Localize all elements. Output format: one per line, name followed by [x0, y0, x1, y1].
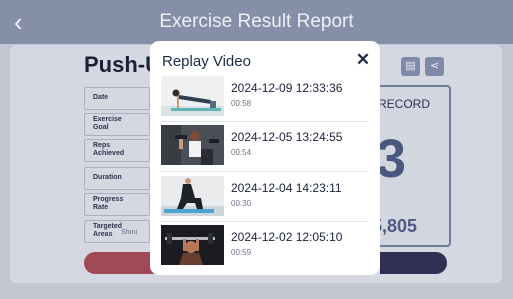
video-duration: 00:58 — [231, 99, 252, 108]
info-label: Targeted Areas — [93, 223, 123, 238]
info-label: Progress Rate — [93, 196, 124, 211]
video-list-item[interactable]: 2024-12-02 12:05:10 00:59 — [150, 223, 380, 271]
video-datetime: 2024-12-02 12:05:10 — [231, 230, 343, 244]
info-label: Reps Achieved — [93, 142, 125, 157]
info-label: Date — [93, 94, 109, 101]
video-list-item[interactable]: 2024-12-05 13:24:55 00:54 — [150, 123, 380, 171]
barbell-thumbnail — [161, 225, 224, 265]
document-icon[interactable]: ▤ — [401, 57, 420, 76]
video-datetime: 2024-12-09 12:33:36 — [231, 81, 343, 95]
record-label: RECORD — [378, 97, 431, 111]
record-big-value: 3 — [376, 129, 407, 189]
video-duration: 00:59 — [231, 248, 252, 257]
list-divider — [160, 171, 369, 172]
list-divider — [160, 121, 369, 122]
action-button-left[interactable] — [84, 252, 154, 274]
dialog-title: Replay Video — [162, 53, 251, 70]
info-row-reps-achieved: Reps Achieved 1 — [84, 139, 153, 162]
list-divider — [160, 221, 369, 222]
video-duration: 00:30 — [231, 199, 252, 208]
info-row-progress-rate: Progress Rate — [84, 193, 150, 216]
video-list-item[interactable]: 2024-12-09 12:33:36 00:58 — [150, 74, 380, 122]
page-header-title: Exercise Result Report — [159, 11, 354, 32]
info-row-exercise-goal: Exercise Goal 1 — [84, 113, 153, 136]
video-datetime: 2024-12-04 14:23:11 — [231, 181, 342, 195]
pushup-thumbnail — [161, 76, 224, 116]
info-value: Shou — [121, 229, 138, 236]
close-icon[interactable]: ✕ — [353, 49, 373, 71]
video-list-item[interactable]: 2024-12-04 14:23:11 00:30 — [150, 174, 380, 222]
video-duration: 00:54 — [231, 148, 252, 157]
squat-thumbnail — [161, 176, 224, 216]
video-datetime: 2024-12-05 13:24:55 — [231, 130, 343, 144]
replay-video-dialog: Replay Video ✕ 2024-12-09 12:33:36 00:58 — [150, 41, 380, 275]
info-row-targeted-areas: Targeted Areas Shou — [84, 220, 150, 243]
info-label: Exercise Goal — [93, 116, 122, 131]
info-row-duration: Duration — [84, 167, 150, 190]
share-icon[interactable]: ⋖ — [425, 57, 444, 76]
dumbbell-curl-thumbnail — [161, 125, 224, 165]
info-label: Duration — [93, 174, 122, 181]
info-row-date: Date — [84, 87, 150, 110]
action-button-right[interactable] — [380, 252, 447, 274]
